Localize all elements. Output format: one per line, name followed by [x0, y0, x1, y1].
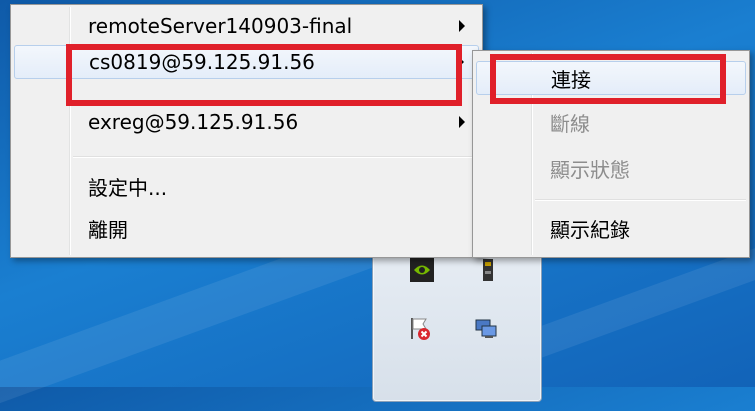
menu-item-show-status[interactable]: 顯示狀態	[476, 151, 746, 185]
usb-drive-icon[interactable]	[475, 257, 501, 283]
menu-item-disconnect[interactable]: 斷線	[476, 105, 746, 139]
submenu-arrow-icon	[458, 56, 464, 68]
network-icon[interactable]	[473, 315, 499, 341]
action-center-flag-icon[interactable]	[407, 315, 433, 341]
menu-item-label: 離開	[88, 217, 128, 242]
menu-item-label: 斷線	[550, 111, 590, 136]
menu-item-settings[interactable]: 設定中...	[14, 169, 479, 203]
menu-item-remoteserver[interactable]: remoteServer140903-final	[14, 9, 479, 43]
menu-item-show-log[interactable]: 顯示紀錄	[476, 211, 746, 245]
menu-item-label: 連接	[551, 67, 591, 92]
connection-submenu: 連接 斷線 顯示狀態 顯示紀錄	[472, 50, 750, 258]
menu-item-label: remoteServer140903-final	[88, 14, 353, 38]
menu-item-label: 顯示紀錄	[550, 217, 630, 242]
menu-separator	[535, 199, 746, 201]
menu-item-cs0819[interactable]: cs0819@59.125.91.56	[14, 45, 479, 79]
menu-item-exit[interactable]: 離開	[14, 211, 479, 245]
nvidia-icon[interactable]	[409, 257, 435, 283]
menu-item-connect[interactable]: 連接	[476, 61, 746, 95]
submenu-arrow-icon	[459, 20, 465, 32]
menu-item-label: cs0819@59.125.91.56	[89, 50, 315, 74]
menu-item-label: exreg@59.125.91.56	[88, 110, 299, 134]
menu-item-label: 顯示狀態	[550, 157, 630, 182]
tray-context-menu: remoteServer140903-final cs0819@59.125.9…	[10, 4, 483, 258]
menu-separator	[73, 156, 479, 158]
menu-item-exreg[interactable]: exreg@59.125.91.56	[14, 105, 479, 139]
submenu-arrow-icon	[459, 116, 465, 128]
menu-item-label: 設定中...	[88, 175, 168, 200]
